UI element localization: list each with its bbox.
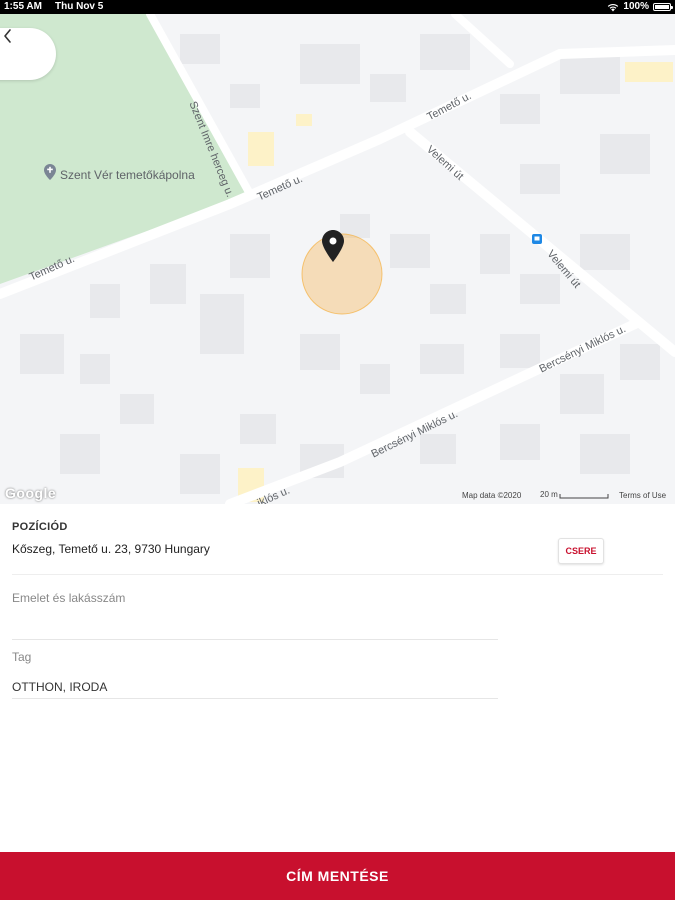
back-button[interactable] — [0, 28, 56, 80]
map-canvas — [0, 14, 675, 504]
map-scale-label: 20 m — [540, 490, 558, 499]
divider — [12, 574, 663, 575]
tag-field-label: Tag — [12, 650, 32, 664]
floor-field-label: Emelet és lakásszám — [12, 591, 126, 605]
wifi-icon — [608, 3, 619, 11]
battery-percent: 100% — [623, 1, 649, 12]
chevron-left-icon — [4, 29, 11, 43]
battery-icon — [653, 3, 673, 11]
bus-stop-icon[interactable] — [532, 234, 542, 244]
map-data-attribution[interactable]: Map data ©2020 — [462, 491, 521, 500]
status-time: 1:55 AM — [4, 1, 42, 12]
tag-input[interactable] — [12, 676, 498, 699]
position-address: Kőszeg, Temető u. 23, 9730 Hungary — [12, 542, 210, 556]
floor-input[interactable] — [12, 617, 498, 640]
status-date: Thu Nov 5 — [55, 1, 104, 12]
status-bar: 1:55 AM Thu Nov 5 100% — [0, 0, 675, 14]
terms-of-use-link[interactable]: Terms of Use — [619, 491, 666, 500]
position-title: POZÍCIÓD — [12, 521, 68, 533]
map-view[interactable]: Szent Vér temetőkápolna Temető u. Temető… — [0, 14, 675, 504]
save-address-button[interactable]: CÍM MENTÉSE — [0, 852, 675, 900]
google-logo: Google — [5, 485, 57, 501]
status-right: 100% — [607, 0, 673, 14]
change-address-button[interactable]: CSERE — [558, 538, 604, 564]
chapel-label: Szent Vér temetőkápolna — [60, 168, 195, 182]
